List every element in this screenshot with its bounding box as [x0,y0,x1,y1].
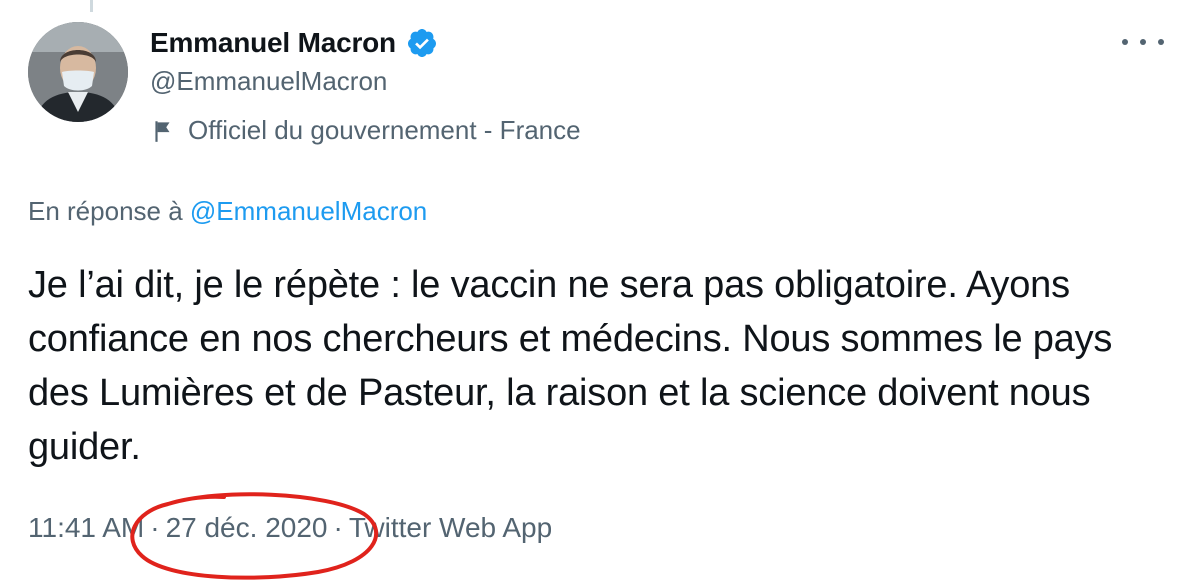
author-name-row: Emmanuel Macron [150,24,438,62]
author-display-name[interactable]: Emmanuel Macron [150,27,396,59]
more-dot [1122,39,1128,45]
reply-context: En réponse à @EmmanuelMacron [28,196,427,227]
avatar-photo [28,22,128,122]
tweet-time[interactable]: 11:41 AM [28,512,144,543]
verified-badge-icon [407,29,436,57]
government-label-text: Officiel du gouvernement - France [188,115,581,145]
reply-mention-link[interactable]: @EmmanuelMacron [190,196,427,226]
government-label: Officiel du gouvernement - France [150,115,581,146]
thread-connector-line [90,0,93,12]
avatar[interactable] [28,22,128,122]
reply-prefix: En réponse à [28,196,183,226]
more-dot [1140,39,1146,45]
more-dot [1158,39,1164,45]
red-annotation-circle [130,492,379,580]
flag-icon [155,120,170,142]
tweet-text: Je l’ai dit, je le répète : le vaccin ne… [28,264,1113,468]
more-options-icon[interactable] [1122,30,1164,54]
author-handle[interactable]: @EmmanuelMacron [150,66,387,97]
